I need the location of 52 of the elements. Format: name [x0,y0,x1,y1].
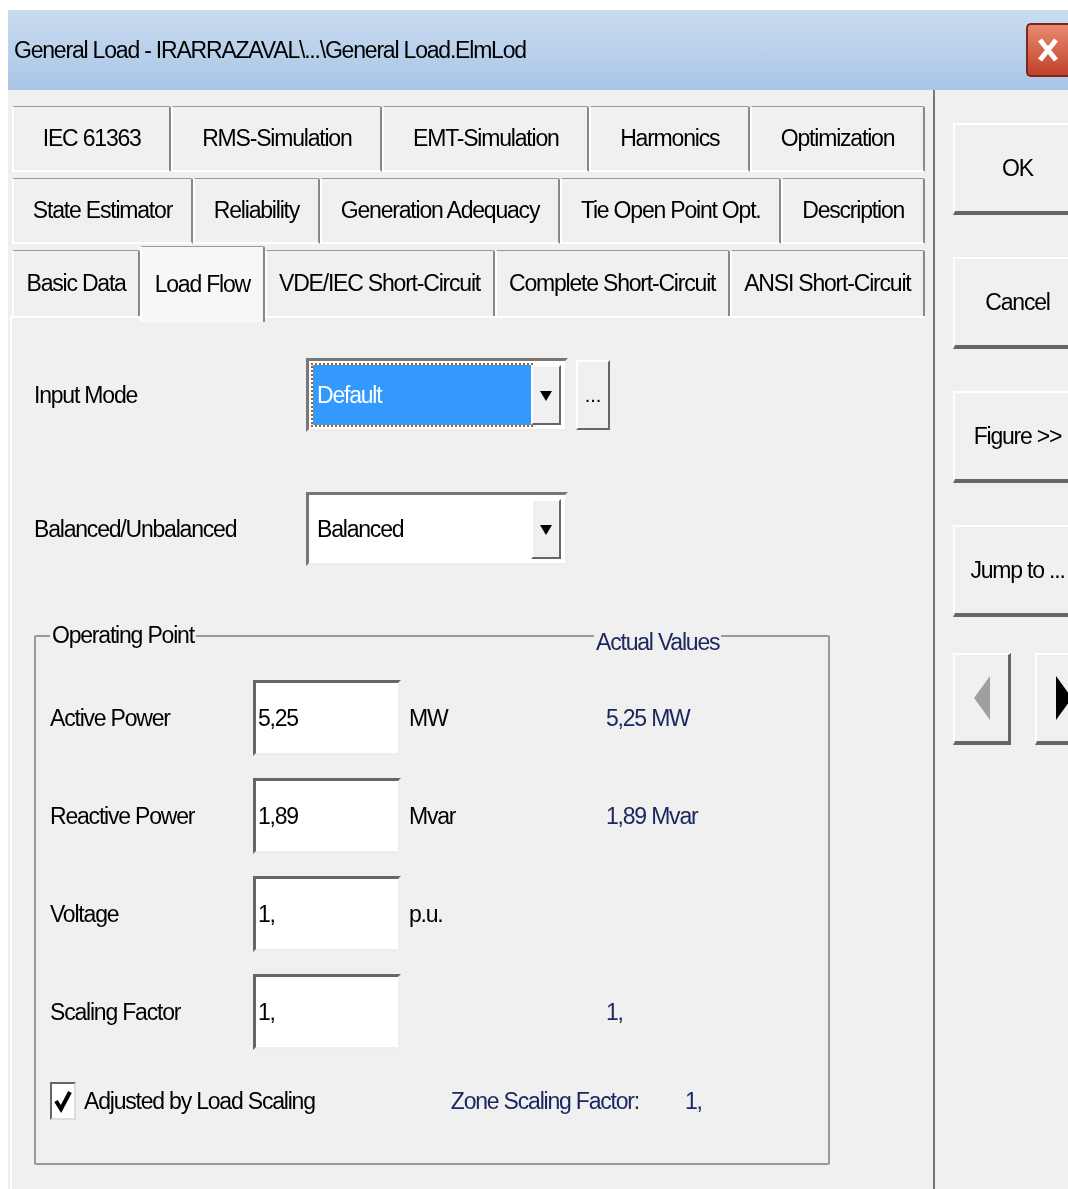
dropdown-value: Default [313,365,531,425]
window-title: General Load - IRARRAZAVAL\...\General Load.ElmLod [14,36,526,64]
input-field[interactable]: 1, [253,974,401,1050]
field-label: Active Power [50,704,172,732]
field-label: Balanced/Unbalanced [34,515,238,543]
tab[interactable]: Basic Data [12,250,141,316]
tab[interactable]: EMT-Simulation [382,106,590,172]
tab[interactable]: State Estimator [12,178,193,244]
right-triangle-icon [1055,676,1068,720]
field-label: Input Mode [34,381,139,409]
tab[interactable]: Reliability [192,178,320,244]
field-label: Voltage [50,900,120,928]
zone-label: Zone Scaling Factor: [450,1087,639,1115]
caret-icon [540,523,552,535]
tab[interactable]: RMS-Simulation [171,106,383,172]
tab[interactable]: Description [781,178,925,244]
zone-value: 1, [685,1087,702,1115]
checkbox[interactable] [50,1082,76,1120]
input-field[interactable]: 5,25 [253,680,401,756]
tab[interactable]: Complete Short-Circuit [494,250,730,316]
tab[interactable]: Load Flow [140,246,265,322]
group-title: Operating Point [51,622,196,649]
field-label: Reactive Power [50,802,196,830]
input-field[interactable]: 1,89 [253,778,401,854]
checkbox-label[interactable]: Adjusted by Load Scaling [84,1087,315,1115]
actual-value: 1, [606,998,624,1026]
unit-label: p.u. [408,900,444,928]
close-icon [1037,37,1059,63]
check-icon [54,1089,72,1113]
tab[interactable]: VDE/IEC Short-Circuit [264,250,495,316]
tab[interactable]: Generation Adequacy [319,178,561,244]
tab[interactable]: Tie Open Point Opt. [560,178,782,244]
tab[interactable]: Harmonics [589,106,751,172]
dropdown[interactable]: Balanced [306,492,568,566]
unit-label: Mvar [408,802,457,830]
dialog-button[interactable]: Figure >> [953,391,1068,483]
input-field[interactable]: 1, [253,876,401,952]
actual-value: 1,89 Mvar [606,802,699,830]
actual-value: 5,25 MW [606,704,692,732]
dropdown-value: Balanced [316,514,405,544]
unit-label: MW [408,704,450,732]
left-triangle-icon [973,676,990,720]
more-button[interactable]: ... [576,360,610,430]
close-button[interactable] [1026,23,1068,77]
tab[interactable]: ANSI Short-Circuit [729,250,925,316]
dialog-button[interactable]: OK [953,123,1068,215]
tab[interactable]: Optimization [750,106,925,172]
dialog-button[interactable]: Cancel [953,257,1068,349]
caret-icon [540,389,552,401]
field-label: Scaling Factor [50,998,182,1026]
dialog-button[interactable]: Jump to ... [953,525,1068,617]
tab[interactable]: IEC 61363 [12,106,172,172]
